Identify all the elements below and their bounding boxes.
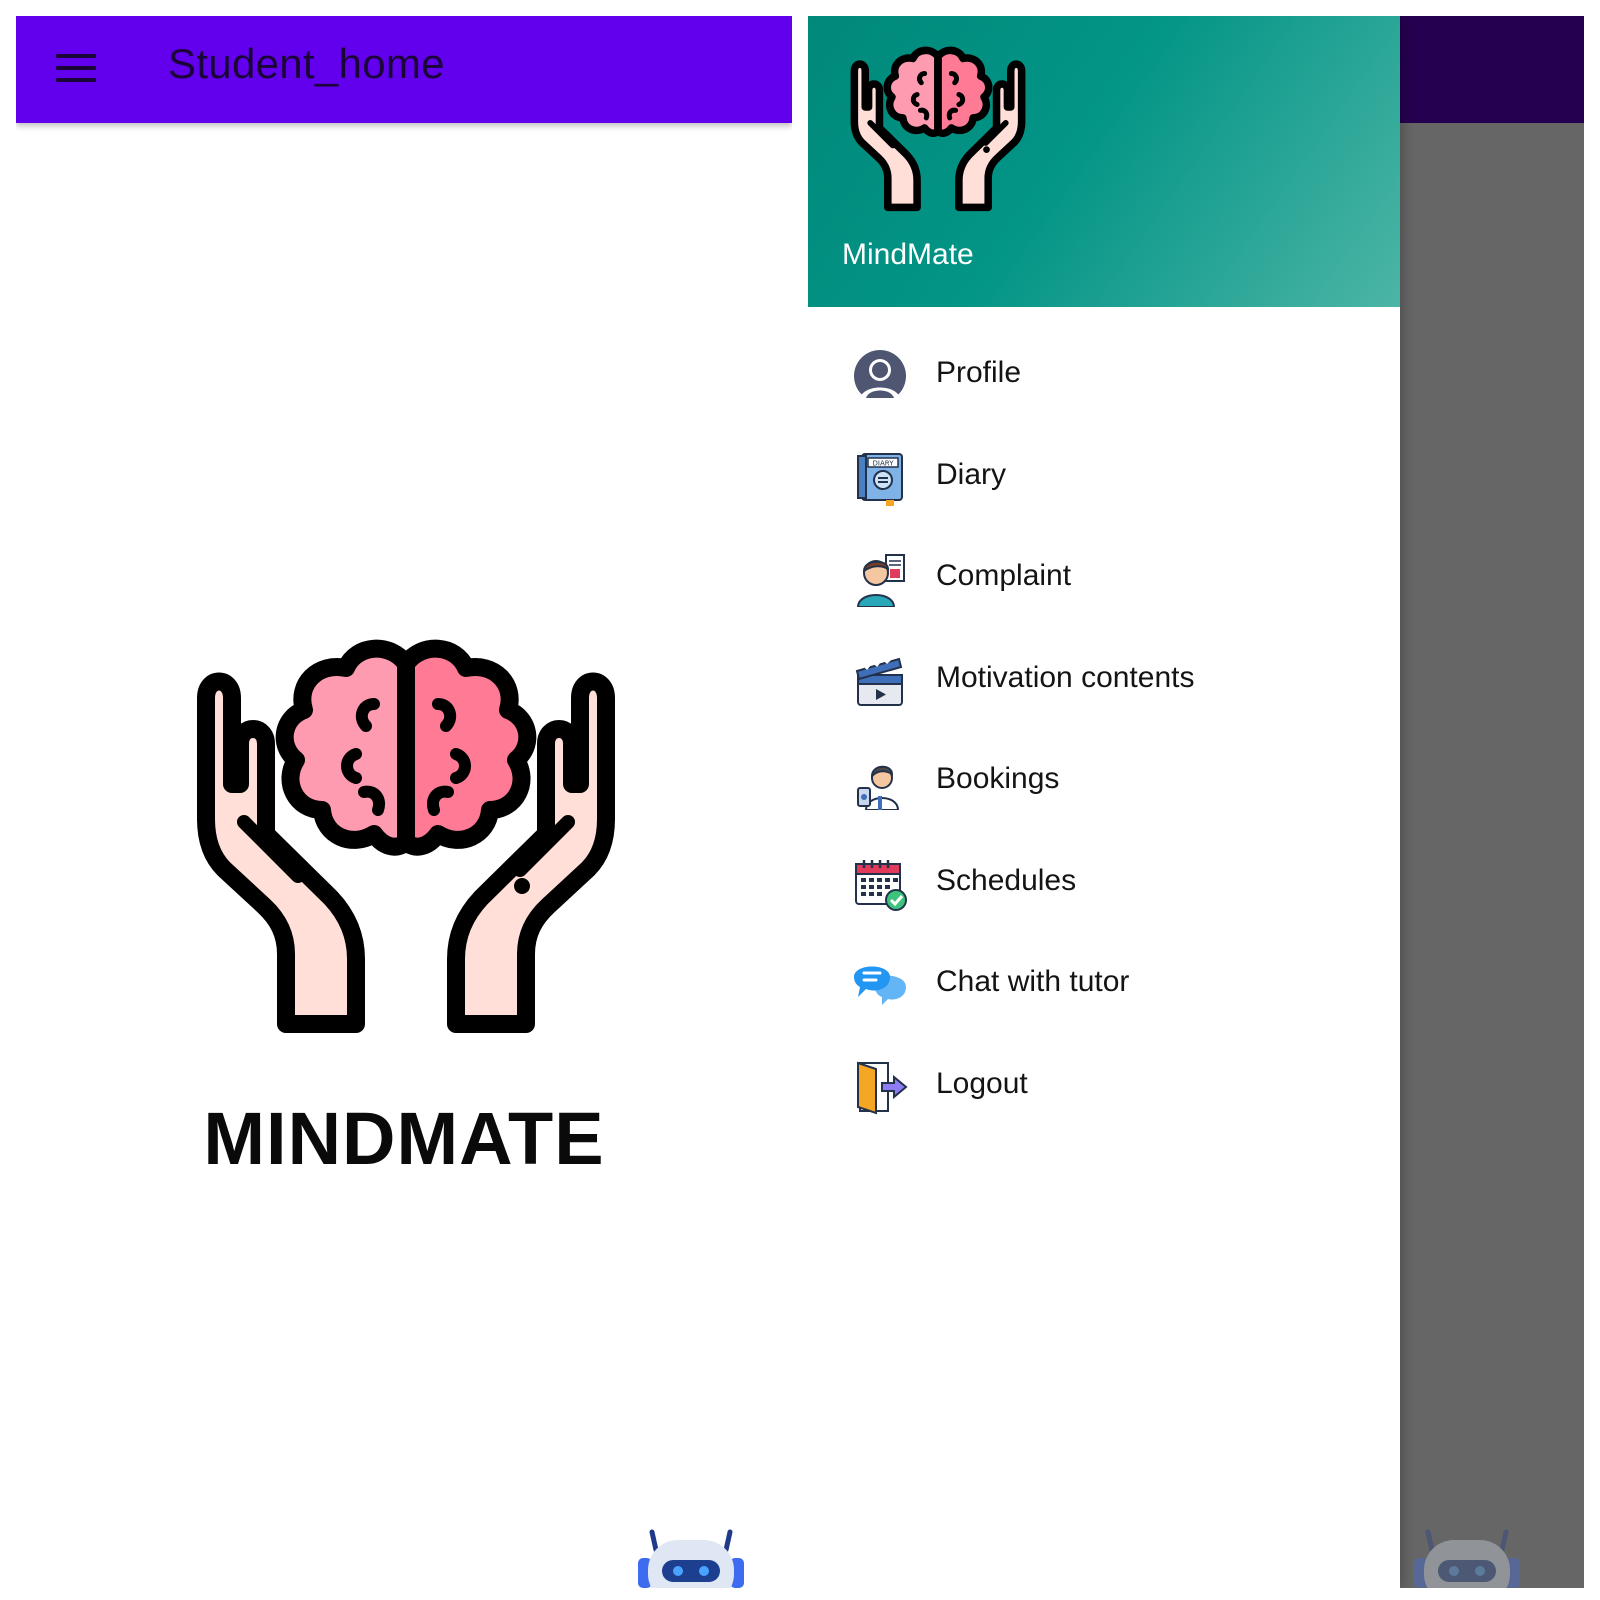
drawer-title: MindMate bbox=[842, 238, 974, 271]
brain-hands-logo bbox=[846, 44, 1030, 216]
menu-item-motivation-contents[interactable]: Motivation contents bbox=[808, 629, 1400, 731]
doctor-icon bbox=[857, 765, 900, 810]
student-home-screen: Student_home MINDMATE bbox=[16, 16, 792, 1588]
brain-hands-logo bbox=[186, 634, 626, 1044]
menu-item-label: Diary bbox=[936, 457, 1007, 491]
menu-item-label: Profile bbox=[936, 356, 1022, 389]
app-bar-title: Student_home bbox=[168, 40, 445, 87]
menu-item-schedules[interactable]: Schedules bbox=[808, 832, 1400, 934]
menu-item-label: Bookings bbox=[936, 762, 1060, 795]
clapperboard-icon bbox=[855, 655, 903, 706]
diary-icon: DIARY bbox=[857, 452, 903, 506]
menu-item-label: Schedules bbox=[936, 863, 1077, 897]
menu-item-profile[interactable]: Profile bbox=[808, 324, 1400, 426]
svg-text:DIARY: DIARY bbox=[873, 459, 895, 467]
menu-icon[interactable] bbox=[54, 46, 98, 90]
chat-bubbles-icon bbox=[854, 966, 906, 1005]
menu-item-label: Motivation contents bbox=[936, 660, 1195, 694]
chatbot-robot-icon bbox=[1412, 1528, 1522, 1588]
navigation-drawer: MindMate Profile DIARY Diary Complaint M… bbox=[808, 16, 1400, 1588]
menu-item-chat-with-tutor[interactable]: Chat with tutor bbox=[808, 933, 1400, 1035]
complaint-icon bbox=[856, 554, 905, 607]
chatbot-robot-icon[interactable] bbox=[636, 1528, 746, 1588]
menu-item-complaint[interactable]: Complaint bbox=[808, 527, 1400, 629]
logout-door-icon bbox=[857, 1061, 908, 1114]
menu-item-logout[interactable]: Logout bbox=[808, 1035, 1400, 1137]
menu-item-bookings[interactable]: Bookings bbox=[808, 730, 1400, 832]
drawer-header: MindMate bbox=[808, 16, 1400, 307]
drawer-menu: Profile DIARY Diary Complaint Motivation… bbox=[808, 324, 1400, 1136]
menu-item-diary[interactable]: DIARY Diary bbox=[808, 426, 1400, 528]
profile-icon bbox=[854, 350, 906, 403]
drawer-open-screen: MindMate Profile DIARY Diary Complaint M… bbox=[808, 16, 1584, 1588]
menu-item-label: Chat with tutor bbox=[936, 965, 1130, 998]
menu-item-label: Complaint bbox=[936, 559, 1072, 592]
calendar-icon bbox=[855, 859, 907, 911]
menu-item-label: Logout bbox=[936, 1066, 1028, 1100]
app-bar: Student_home bbox=[16, 16, 792, 123]
brand-title: MINDMATE bbox=[203, 1097, 605, 1180]
